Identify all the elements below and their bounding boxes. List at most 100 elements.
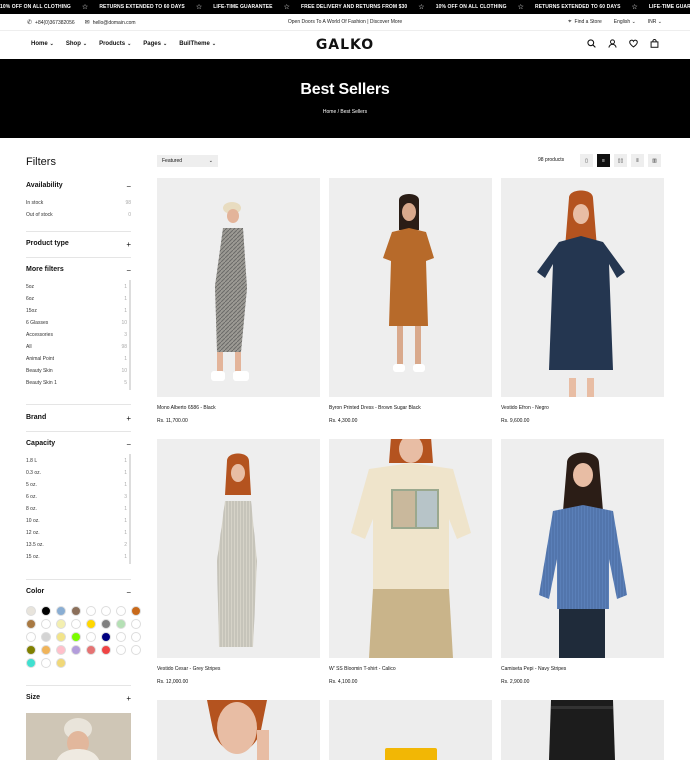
product-name[interactable]: Vestido Cesar - Grey Stripes (157, 666, 320, 672)
filter-option[interactable]: 8 oz. 1 (26, 503, 127, 515)
view-4-column-button[interactable]: ▥ (648, 154, 661, 167)
product-name[interactable]: Vestido Efron - Negro (501, 405, 664, 411)
color-swatch[interactable] (26, 619, 36, 629)
product-image[interactable] (501, 439, 664, 658)
color-swatch[interactable] (26, 632, 36, 642)
color-swatch[interactable] (101, 632, 111, 642)
filter-option[interactable]: 6 oz. 3 (26, 491, 127, 503)
sort-select[interactable]: Featured ⌄ (157, 155, 218, 167)
view-1-column-button[interactable]: ▯ (580, 154, 593, 167)
color-swatch[interactable] (41, 606, 51, 616)
color-swatch[interactable] (86, 645, 96, 655)
filter-option[interactable]: 0.3 oz. 1 (26, 467, 127, 479)
color-swatch[interactable] (26, 606, 36, 616)
color-swatch[interactable] (56, 658, 66, 668)
filter-color-header[interactable]: Color − (26, 588, 131, 597)
product-name[interactable]: Camiseta Pepi - Navy Stripes (501, 666, 664, 672)
filter-option[interactable]: 15oz 1 (26, 305, 127, 317)
color-swatch[interactable] (41, 645, 51, 655)
filter-capacity-header[interactable]: Capacity − (26, 440, 131, 449)
color-swatch[interactable] (56, 645, 66, 655)
color-swatch[interactable] (116, 645, 126, 655)
product-card[interactable]: Byron Printed Dress - Brown Sugar Black … (329, 178, 492, 424)
color-swatch[interactable] (116, 606, 126, 616)
product-image[interactable] (157, 178, 320, 397)
filter-more-scrollbar[interactable] (129, 280, 131, 390)
filter-option[interactable]: 12 oz. 1 (26, 527, 127, 539)
product-name[interactable]: W' SS Bloomin T-shirt - Calico (329, 666, 492, 672)
color-swatch[interactable] (71, 645, 81, 655)
filter-option[interactable]: Accessories 3 (26, 329, 127, 341)
account-icon[interactable] (608, 39, 617, 48)
filter-option[interactable]: In stock 98 (26, 197, 131, 209)
color-swatch[interactable] (116, 619, 126, 629)
color-swatch[interactable] (41, 632, 51, 642)
filter-option[interactable]: 13.5 oz. 2 (26, 539, 127, 551)
color-swatch[interactable] (86, 606, 96, 616)
filter-brand-header[interactable]: Brand + (26, 414, 131, 423)
color-swatch[interactable] (71, 606, 81, 616)
color-swatch[interactable] (56, 619, 66, 629)
color-swatch[interactable] (71, 619, 81, 629)
cart-icon[interactable] (650, 39, 659, 48)
view-2-column-button[interactable]: ▯▯ (614, 154, 627, 167)
filter-size-header[interactable]: Size + (26, 694, 131, 703)
filter-capacity-scrollbar[interactable] (129, 454, 131, 564)
filter-option[interactable]: 15 oz. 1 (26, 551, 127, 563)
filter-option[interactable]: All 98 (26, 341, 127, 353)
filter-option[interactable]: Beauty Skin 15 (26, 377, 127, 389)
color-swatch[interactable] (71, 632, 81, 642)
color-swatch[interactable] (101, 606, 111, 616)
filter-option[interactable]: 1.8 L1 (26, 455, 127, 467)
product-card[interactable]: Camiseta Pepi - Navy Stripes Rs. 2,900.0… (501, 439, 664, 685)
product-card[interactable]: Vestido Cesar - Grey Stripes Rs. 12,000.… (157, 439, 320, 685)
filter-more-header[interactable]: More filters − (26, 266, 131, 275)
wishlist-icon[interactable] (629, 39, 638, 48)
sidebar-promo-image[interactable] (26, 713, 131, 760)
color-swatch[interactable] (131, 632, 141, 642)
color-swatch[interactable] (116, 632, 126, 642)
filter-option[interactable]: 5oz 1 (26, 281, 127, 293)
view-3-column-button[interactable]: ⦀ (631, 154, 644, 167)
color-swatch[interactable] (86, 632, 96, 642)
currency-select[interactable]: INR ⌄ (648, 19, 662, 26)
color-swatch[interactable] (56, 606, 66, 616)
color-swatch[interactable] (26, 658, 36, 668)
color-swatch[interactable] (86, 619, 96, 629)
product-image[interactable] (329, 700, 492, 760)
search-icon[interactable] (587, 39, 596, 48)
product-name[interactable]: Byron Printed Dress - Brown Sugar Black (329, 405, 492, 411)
product-name[interactable]: Mono Alberto 6586 - Black (157, 405, 320, 411)
color-swatch[interactable] (131, 645, 141, 655)
product-image[interactable] (501, 178, 664, 397)
color-swatch[interactable] (131, 606, 141, 616)
color-swatch[interactable] (41, 658, 51, 668)
product-card[interactable]: Vestido Efron - Negro Rs. 9,600.00 (501, 178, 664, 424)
product-image[interactable] (501, 700, 664, 760)
filter-option[interactable]: Beauty Skin 10 (26, 365, 127, 377)
color-swatch[interactable] (101, 619, 111, 629)
find-store-link[interactable]: ⌖ Find a Store (568, 19, 602, 26)
product-image[interactable] (157, 439, 320, 658)
color-swatch[interactable] (56, 632, 66, 642)
filter-option[interactable]: 10 oz. 1 (26, 515, 127, 527)
filter-option[interactable]: 6oz 1 (26, 293, 127, 305)
color-swatch[interactable] (101, 645, 111, 655)
product-card[interactable]: W' SS Bloomin T-shirt - Calico Rs. 4,100… (329, 439, 492, 685)
view-list-button[interactable]: ≡ (597, 154, 610, 167)
filter-option[interactable]: Out of stock 0 (26, 209, 131, 221)
product-card[interactable]: Mono Alberto 6586 - Black Rs. 11,700.00 (157, 178, 320, 424)
product-image[interactable] (329, 439, 492, 658)
language-select[interactable]: English ⌄ (614, 19, 636, 26)
color-swatch[interactable] (131, 619, 141, 629)
filter-option[interactable]: Animal Point 1 (26, 353, 127, 365)
color-swatch[interactable] (41, 619, 51, 629)
filter-option[interactable]: 6 Glasses 10 (26, 317, 127, 329)
breadcrumb-home[interactable]: Home (323, 109, 336, 115)
filter-more-list[interactable]: 5oz 1 6oz 1 15oz 1 6 Glasses 10 Accessories 3 All 9… (26, 281, 127, 393)
filter-option[interactable]: 5 oz. 1 (26, 479, 127, 491)
product-image[interactable] (157, 700, 320, 760)
filter-availability-header[interactable]: Availability − (26, 182, 131, 191)
filter-product-type-header[interactable]: Product type + (26, 240, 131, 249)
color-swatch[interactable] (26, 645, 36, 655)
